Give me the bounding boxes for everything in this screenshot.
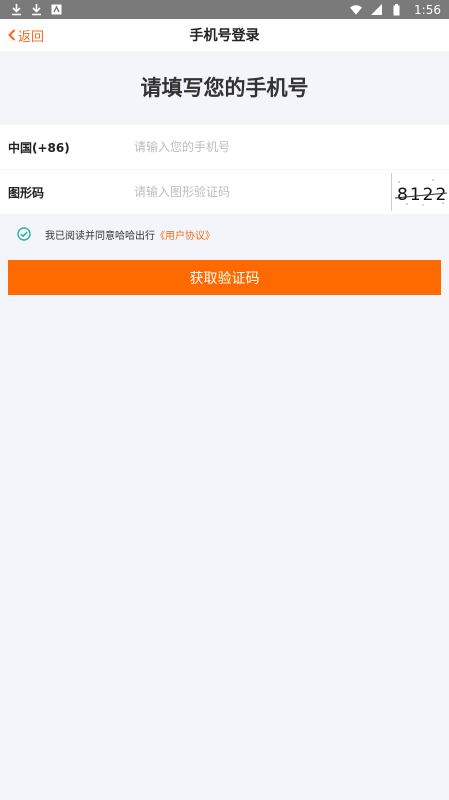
agree-checkbox[interactable] xyxy=(17,227,31,241)
status-right: 1:56 xyxy=(350,3,441,17)
captcha-image[interactable]: 8122 xyxy=(391,173,449,211)
app-icon xyxy=(50,4,62,16)
wifi-icon xyxy=(350,4,363,16)
captcha-input[interactable] xyxy=(126,177,391,207)
user-agreement-link[interactable]: 《用户协议》 xyxy=(155,227,215,242)
battery-icon xyxy=(390,3,402,16)
download-icon xyxy=(30,3,42,16)
agreement: 我已阅读并同意哈哈出行 《用户协议》 xyxy=(17,225,215,243)
status-time: 1:56 xyxy=(414,2,441,17)
back-button[interactable]: 返回 xyxy=(8,19,44,51)
agreement-text: 我已阅读并同意哈哈出行 xyxy=(45,230,155,242)
download-icon xyxy=(10,3,22,16)
status-left xyxy=(10,3,62,16)
phone-row: 中国(+86) xyxy=(0,125,449,169)
check-circle-icon xyxy=(17,227,31,241)
captcha-label: 图形码 xyxy=(8,185,45,200)
captcha-svg: 8122 xyxy=(394,179,447,206)
heading: 请填写您的手机号 xyxy=(140,76,309,100)
captcha-row: 图形码 8122 xyxy=(0,170,449,214)
chevron-left-icon xyxy=(8,29,16,41)
country-code-label[interactable]: 中国(+86) xyxy=(0,139,126,156)
get-verification-code-button[interactable]: 获取验证码 xyxy=(8,260,441,295)
signal-icon xyxy=(370,4,382,16)
page-title: 手机号登录 xyxy=(189,28,260,44)
back-label: 返回 xyxy=(18,29,45,45)
nav-bar: 返回 手机号登录 xyxy=(0,19,449,51)
phone-input[interactable] xyxy=(126,132,449,162)
status-bar: 1:56 xyxy=(0,0,449,19)
